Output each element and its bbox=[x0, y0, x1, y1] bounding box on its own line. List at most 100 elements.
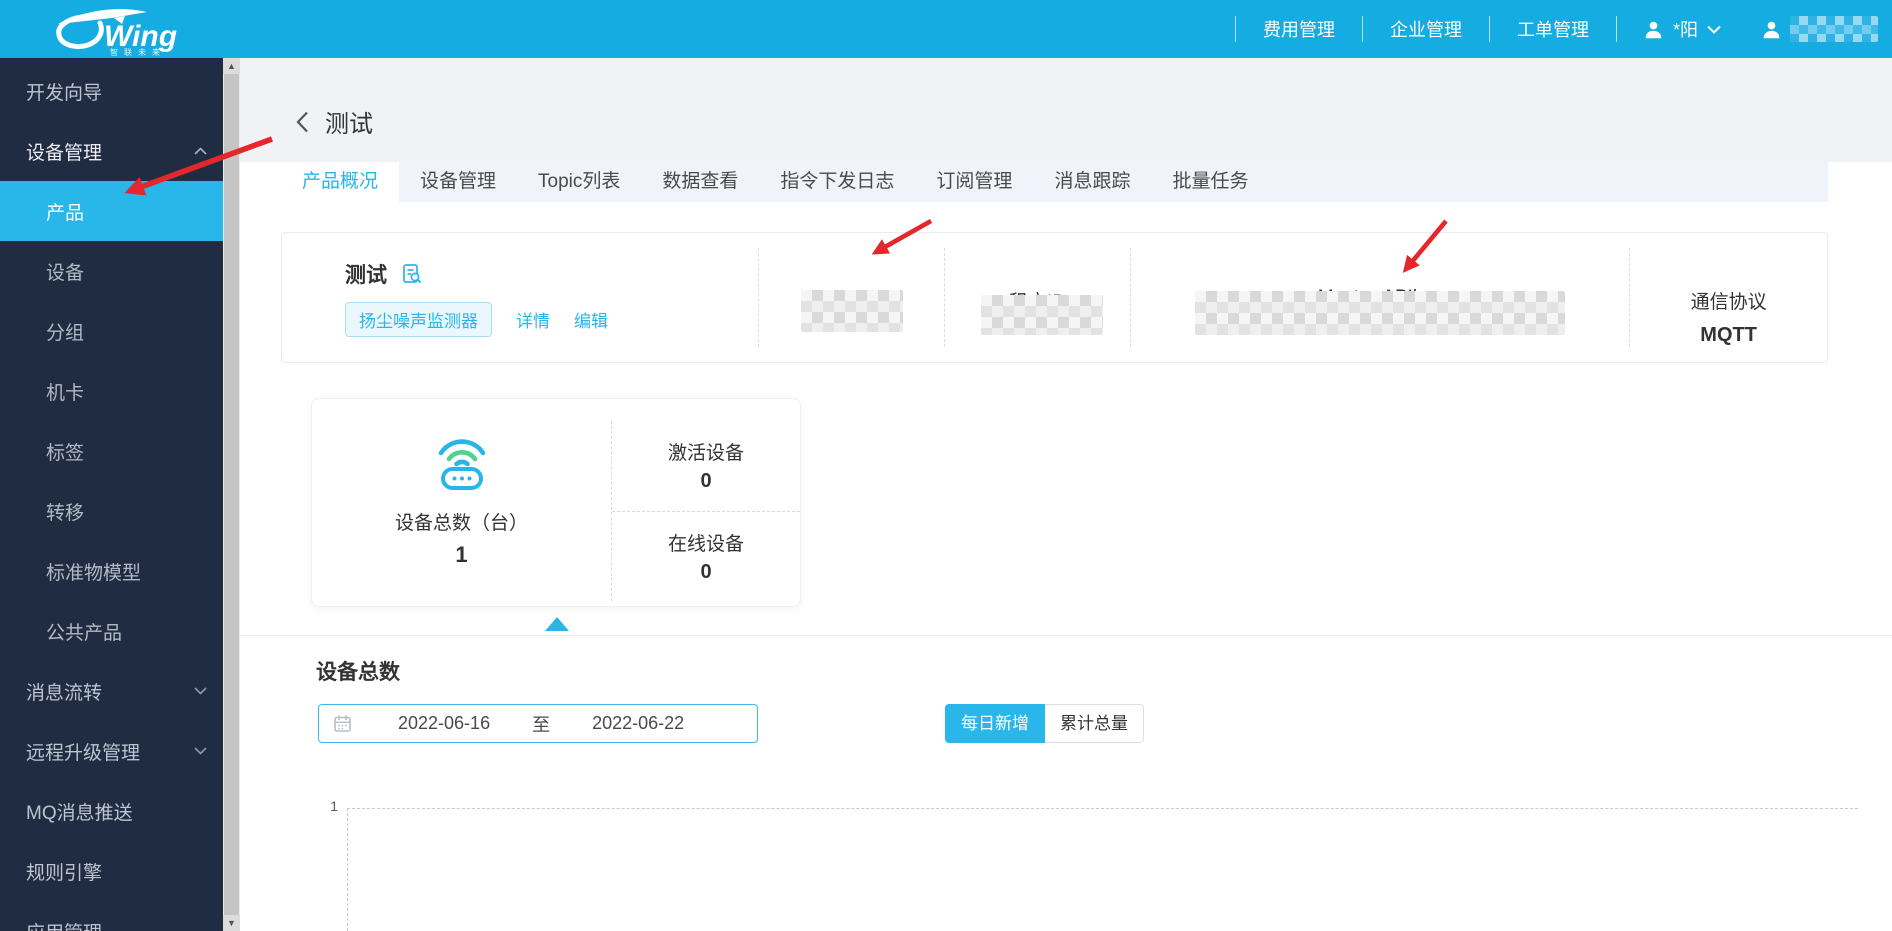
page-header-bg bbox=[240, 58, 1892, 162]
back-navigation[interactable]: 测试 bbox=[296, 104, 373, 139]
protocol-field: 通信协议 MQTT bbox=[1629, 248, 1827, 347]
sidebar-item-label: 开发向导 bbox=[26, 82, 103, 104]
date-end-value[interactable]: 2022-06-22 bbox=[592, 713, 684, 734]
date-start-value[interactable]: 2022-06-16 bbox=[398, 713, 490, 734]
sidebar-item-label: 设备 bbox=[46, 262, 85, 284]
date-range-separator: 至 bbox=[532, 714, 551, 735]
daily-new-button[interactable]: 每日新增 bbox=[945, 704, 1045, 743]
sidebar-item-label: 机卡 bbox=[46, 382, 85, 404]
sidebar-item-dev-wizard[interactable]: 开发向导 bbox=[0, 61, 223, 121]
tab-bar: 产品概况 设备管理 Topic列表 数据查看 指令下发日志 订阅管理 消息跟踪 … bbox=[281, 162, 1828, 202]
calendar-icon bbox=[334, 715, 351, 732]
nav-item-enterprise[interactable]: 企业管理 bbox=[1363, 16, 1489, 42]
sidebar-item-transfer[interactable]: 转移 bbox=[0, 481, 223, 541]
sidebar-item-label: 标签 bbox=[46, 442, 85, 464]
online-devices-label: 在线设备 bbox=[667, 533, 744, 555]
view-doc-icon[interactable] bbox=[401, 263, 423, 285]
sidebar-item-product[interactable]: 产品 bbox=[0, 181, 223, 241]
tab-device-mgmt[interactable]: 设备管理 bbox=[399, 162, 517, 202]
app-window: Wing 智联未来 费用管理 企业管理 工单管理 *阳 开发向导 设备管理 产品… bbox=[0, 0, 1892, 931]
sidebar-item-label: 标准物模型 bbox=[46, 562, 142, 584]
sidebar-item-group[interactable]: 分组 bbox=[0, 301, 223, 361]
sidebar-item-device-mgmt[interactable]: 设备管理 bbox=[0, 121, 223, 181]
protocol-label: 通信协议 bbox=[1690, 292, 1767, 313]
user-icon bbox=[1763, 21, 1780, 38]
top-navbar: Wing 智联未来 费用管理 企业管理 工单管理 *阳 bbox=[0, 0, 1892, 58]
sidebar-item-label: 规则引擎 bbox=[26, 862, 103, 884]
wing-logo[interactable]: Wing 智联未来 bbox=[52, 4, 202, 56]
device-wifi-icon bbox=[438, 439, 485, 490]
sidebar-item-label: MQ消息推送 bbox=[26, 802, 133, 824]
account-menu[interactable] bbox=[1761, 16, 1878, 42]
sidebar-item-device[interactable]: 设备 bbox=[0, 241, 223, 301]
chevron-down-icon bbox=[194, 687, 207, 695]
sidebar-item-simcard[interactable]: 机卡 bbox=[0, 361, 223, 421]
tab-message-trace[interactable]: 消息跟踪 bbox=[1033, 162, 1151, 202]
device-stats-card[interactable]: 设备总数（台） 1 激活设备 0 在线设备 0 bbox=[311, 398, 801, 607]
sidebar-nav: 开发向导 设备管理 产品 设备 分组 机卡 标签 转移 标准物模型 公共产品 消… bbox=[0, 58, 223, 931]
back-chevron-icon bbox=[296, 111, 308, 132]
online-devices-value: 0 bbox=[700, 560, 712, 583]
chevron-down-icon bbox=[1707, 25, 1721, 34]
sidebar-scrollbar: ▲ ▼ bbox=[223, 58, 240, 931]
tab-data-view[interactable]: 数据查看 bbox=[641, 162, 759, 202]
tab-product-overview[interactable]: 产品概况 bbox=[281, 162, 400, 202]
navbar-menu: 费用管理 企业管理 工单管理 *阳 bbox=[1234, 0, 1878, 58]
tab-batch-task[interactable]: 批量任务 bbox=[1151, 162, 1269, 202]
navbar-separator bbox=[1615, 16, 1617, 42]
chevron-up-icon bbox=[194, 147, 207, 155]
sidebar-item-mq-push[interactable]: MQ消息推送 bbox=[0, 781, 223, 841]
sidebar-item-rule-engine[interactable]: 规则引擎 bbox=[0, 841, 223, 901]
activated-devices-value: 0 bbox=[700, 470, 712, 493]
sidebar-item-label: 公共产品 bbox=[46, 622, 123, 644]
sidebar-item-app-mgmt[interactable]: 应用管理 bbox=[0, 901, 223, 931]
sidebar-item-label: 转移 bbox=[46, 502, 85, 524]
nav-item-billing[interactable]: 费用管理 bbox=[1236, 16, 1362, 42]
cumulative-total-button[interactable]: 累计总量 bbox=[1045, 704, 1144, 743]
sidebar-item-label: 应用管理 bbox=[26, 918, 102, 931]
device-total-value: 1 bbox=[455, 542, 468, 567]
chevron-down-icon bbox=[194, 747, 207, 755]
tab-subscription[interactable]: 订阅管理 bbox=[915, 162, 1033, 202]
logo-tagline: 智联未来 bbox=[110, 47, 166, 56]
page-title: 测试 bbox=[325, 111, 373, 138]
sidebar-item-label: 消息流转 bbox=[26, 682, 103, 704]
sidebar-item-public-product[interactable]: 公共产品 bbox=[0, 601, 223, 661]
scroll-up-button[interactable]: ▲ bbox=[223, 58, 240, 74]
online-devices-cell: 在线设备 0 bbox=[612, 512, 800, 602]
activated-devices-label: 激活设备 bbox=[667, 443, 744, 465]
device-substats: 激活设备 0 在线设备 0 bbox=[611, 421, 800, 601]
tab-command-log[interactable]: 指令下发日志 bbox=[759, 162, 915, 202]
user-menu[interactable]: *阳 bbox=[1643, 16, 1721, 42]
product-name: 测试 bbox=[345, 264, 387, 287]
sidebar-item-tag[interactable]: 标签 bbox=[0, 421, 223, 481]
activated-devices-cell: 激活设备 0 bbox=[612, 421, 800, 512]
sidebar-item-label: 产品 bbox=[46, 202, 85, 224]
sidebar-item-label: 分组 bbox=[46, 322, 85, 344]
selected-card-pointer bbox=[545, 617, 569, 631]
tab-topic-list[interactable]: Topic列表 bbox=[517, 162, 641, 202]
sidebar-item-label: 设备管理 bbox=[26, 142, 103, 164]
redacted-tenant-id-mosaic bbox=[981, 295, 1103, 335]
redacted-account-name-mosaic bbox=[1790, 16, 1878, 42]
section-divider bbox=[240, 635, 1892, 636]
sidebar-item-standard-model[interactable]: 标准物模型 bbox=[0, 541, 223, 601]
redacted-apikey-mosaic bbox=[1195, 291, 1565, 335]
edit-link[interactable]: 编辑 bbox=[574, 307, 608, 332]
device-total-block: 设备总数（台） 1 bbox=[312, 399, 611, 606]
sidebar-item-message-flow[interactable]: 消息流转 bbox=[0, 661, 223, 721]
trend-section-heading: 设备总数 bbox=[316, 661, 400, 684]
sidebar-item-ota-mgmt[interactable]: 远程升级管理 bbox=[0, 721, 223, 781]
trend-mode-toggle: 每日新增 累计总量 bbox=[945, 704, 1144, 743]
scroll-down-button[interactable]: ▼ bbox=[223, 915, 240, 931]
nav-item-workorder[interactable]: 工单管理 bbox=[1490, 16, 1616, 42]
sidebar-item-label: 远程升级管理 bbox=[26, 742, 141, 764]
device-total-label: 设备总数（台） bbox=[394, 513, 528, 534]
detail-link[interactable]: 详情 bbox=[516, 307, 550, 332]
user-name: *阳 bbox=[1672, 20, 1698, 40]
date-range-picker[interactable]: 2022-06-16 至 2022-06-22 bbox=[318, 704, 758, 743]
scrollbar-thumb[interactable] bbox=[224, 74, 239, 915]
product-type-tag: 扬尘噪声监测器 bbox=[345, 302, 492, 337]
protocol-value: MQTT bbox=[1700, 324, 1757, 346]
chart-plot-area bbox=[347, 808, 1858, 931]
